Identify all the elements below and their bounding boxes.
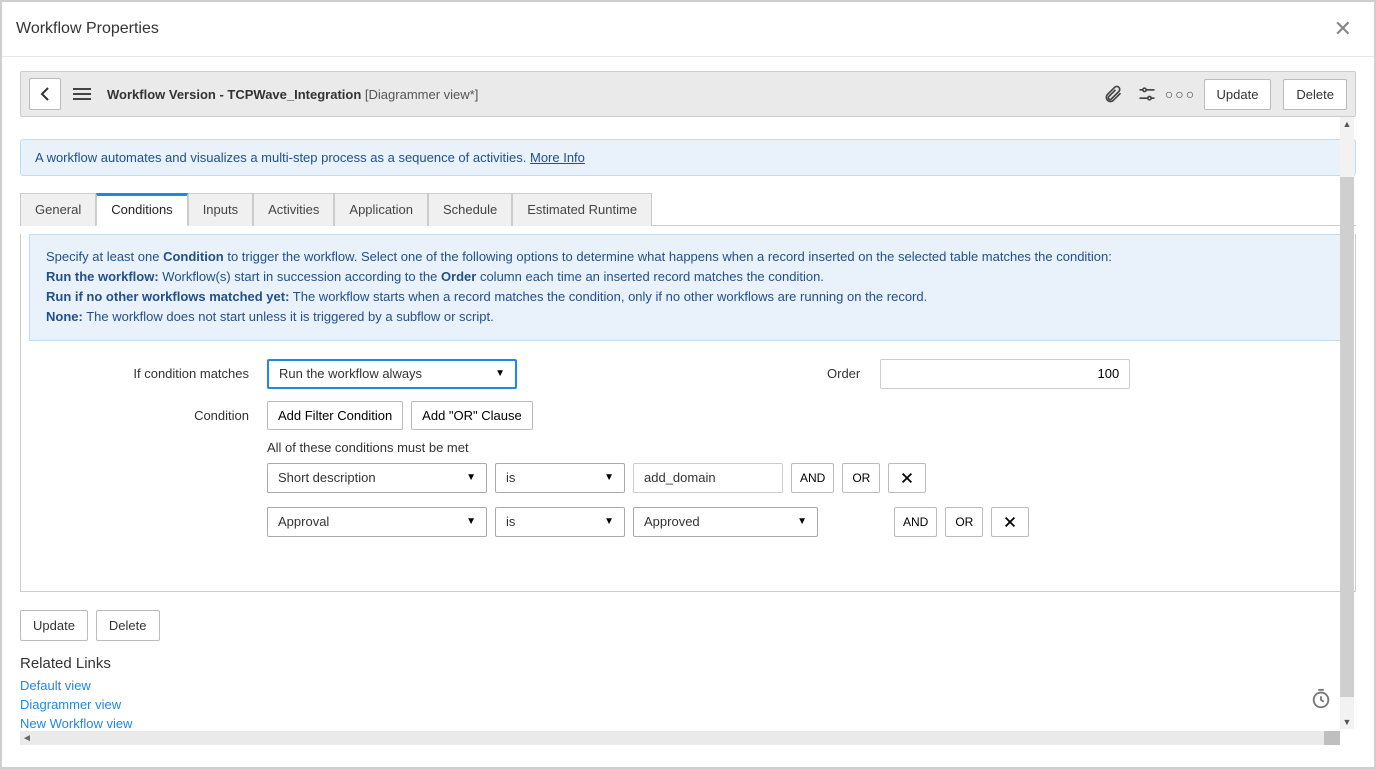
condition-row: Short description ▼ is ▼ add_domain AND [267,463,1339,493]
tab-general[interactable]: General [20,193,96,226]
scrollbar-thumb[interactable] [1340,177,1354,697]
link-new-workflow-view[interactable]: New Workflow view [20,716,1356,731]
if-condition-select[interactable]: Run the workflow always ▼ [267,359,517,389]
tab-estimated-runtime[interactable]: Estimated Runtime [512,193,652,226]
condition-label: Condition [37,401,267,423]
tab-inputs[interactable]: Inputs [188,193,253,226]
if-condition-value: Run the workflow always [279,366,422,381]
close-icon [900,471,914,485]
menu-icon[interactable] [69,84,95,104]
bottom-actions: Update Delete [20,610,1356,641]
chevron-left-icon [39,87,51,101]
window: Workflow Properties ✕ Workflow Version -… [0,0,1376,769]
add-filter-condition-button[interactable]: Add Filter Condition [267,401,403,430]
close-icon [1003,515,1017,529]
back-button[interactable] [29,78,61,110]
tab-schedule[interactable]: Schedule [428,193,512,226]
conditions-hint: All of these conditions must be met [267,440,1339,455]
order-input[interactable] [880,359,1130,389]
condition-operator-select[interactable]: is ▼ [495,507,625,537]
breadcrumb-view: [Diagrammer view*] [365,87,478,102]
info-text: A workflow automates and visualizes a mu… [35,150,526,165]
condition-operator-select[interactable]: is ▼ [495,463,625,493]
horizontal-scrollbar[interactable]: ◄ [20,731,1340,745]
tab-conditions[interactable]: Conditions [96,193,187,226]
or-button[interactable]: OR [945,507,983,537]
or-button[interactable]: OR [842,463,880,493]
info-banner: A workflow automates and visualizes a mu… [20,139,1356,176]
chevron-down-icon: ▼ [604,472,614,483]
related-links: Default view Diagrammer view New Workflo… [20,678,1356,731]
chevron-down-icon: ▼ [466,516,476,527]
condition-field-select[interactable]: Approval ▼ [267,507,487,537]
body: Workflow Version - TCPWave_Integration [… [2,57,1374,767]
tab-application[interactable]: Application [334,193,428,226]
and-button[interactable]: AND [791,463,834,493]
scroll-down-arrow-icon: ▼ [1340,717,1354,727]
scroll-left-arrow-icon: ◄ [20,733,34,744]
row-condition: Condition Add Filter Condition Add "OR" … [37,401,1339,551]
remove-condition-button[interactable] [888,463,926,493]
condition-value-input[interactable]: add_domain [633,463,783,493]
breadcrumb-name: TCPWave_Integration [227,87,361,102]
clock-icon[interactable] [1310,688,1332,713]
and-button[interactable]: AND [894,507,937,537]
condition-field-select[interactable]: Short description ▼ [267,463,487,493]
chevron-down-icon: ▼ [604,516,614,527]
vertical-scrollbar[interactable]: ▲ ▼ [1340,117,1354,729]
link-diagrammer-view[interactable]: Diagrammer view [20,697,1356,712]
header: Workflow Properties ✕ [2,2,1374,57]
conditions-notice: Specify at least one Condition to trigge… [29,234,1347,341]
chevron-down-icon: ▼ [495,368,505,379]
row-if-order: If condition matches Run the workflow al… [37,359,1339,389]
link-default-view[interactable]: Default view [20,678,1356,693]
delete-button-bottom[interactable]: Delete [96,610,160,641]
more-icon[interactable]: ○○○ [1170,83,1192,105]
remove-condition-button[interactable] [991,507,1029,537]
delete-button[interactable]: Delete [1283,79,1347,110]
more-info-link[interactable]: More Info [530,150,585,165]
settings-sliders-icon[interactable] [1136,83,1158,105]
toolbar-left: Workflow Version - TCPWave_Integration [… [29,78,478,110]
condition-value-select[interactable]: Approved ▼ [633,507,818,537]
update-button[interactable]: Update [1204,79,1272,110]
scroll-up-arrow-icon: ▲ [1340,119,1354,129]
update-button-bottom[interactable]: Update [20,610,88,641]
breadcrumb-label: Workflow Version - [107,87,224,102]
order-label: Order [827,366,860,381]
toolbar-right: ○○○ Update Delete [1102,79,1348,110]
scrollbar-thumb[interactable] [1324,731,1340,745]
form-area: If condition matches Run the workflow al… [21,349,1355,591]
attachment-icon[interactable] [1102,83,1124,105]
toolbar: Workflow Version - TCPWave_Integration [… [20,71,1356,117]
page-title: Workflow Properties [16,20,159,38]
tab-activities[interactable]: Activities [253,193,334,226]
chevron-down-icon: ▼ [466,472,476,483]
tabs: General Conditions Inputs Activities App… [20,192,1356,226]
chevron-down-icon: ▼ [797,516,807,527]
close-icon[interactable]: ✕ [1326,12,1360,46]
if-condition-label: If condition matches [37,359,267,381]
breadcrumb: Workflow Version - TCPWave_Integration [… [107,87,478,102]
condition-row: Approval ▼ is ▼ Approved ▼ [267,507,1339,537]
tab-content: Specify at least one Condition to trigge… [20,234,1356,592]
add-or-clause-button[interactable]: Add "OR" Clause [411,401,533,430]
related-links-title: Related Links [20,655,1356,672]
